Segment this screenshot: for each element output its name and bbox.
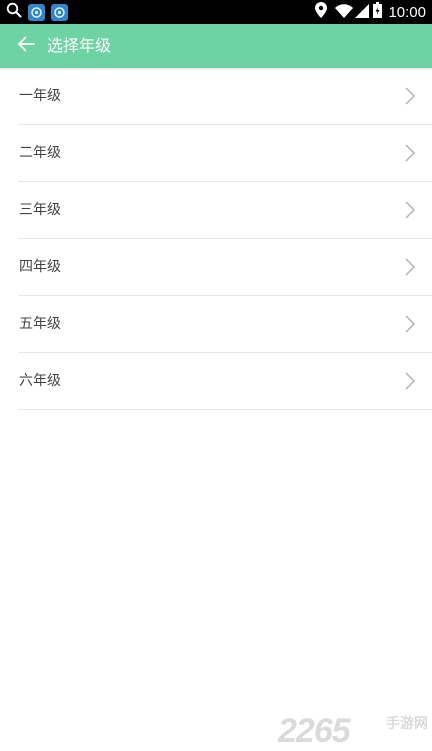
chevron-right-icon	[404, 315, 416, 333]
grade-item-label: 四年级	[19, 239, 61, 295]
signal-icon	[355, 3, 369, 22]
status-bar-left	[6, 2, 68, 22]
watermark: 2265 手游网	[278, 713, 428, 745]
watermark-text: 手游网	[386, 713, 428, 733]
search-icon	[6, 2, 22, 22]
grade-item-label: 三年级	[19, 182, 61, 238]
chevron-right-icon	[404, 258, 416, 276]
status-time: 10:00	[388, 4, 426, 21]
grade-item-label: 六年级	[19, 353, 61, 409]
arrow-left-icon	[16, 34, 36, 58]
page-title: 选择年级	[47, 24, 111, 68]
grade-item-5[interactable]: 五年级	[18, 296, 432, 353]
location-pin-icon	[315, 2, 327, 22]
status-bar-right: 10:00	[315, 0, 426, 24]
chevron-right-icon	[404, 372, 416, 390]
watermark-number: 2265	[278, 712, 350, 751]
grade-item-6[interactable]: 六年级	[18, 353, 432, 410]
grade-item-label: 二年级	[19, 125, 61, 181]
wifi-icon	[335, 3, 353, 22]
grade-item-1[interactable]: 一年级	[18, 68, 432, 125]
grade-item-2[interactable]: 二年级	[18, 125, 432, 182]
grade-item-3[interactable]: 三年级	[18, 182, 432, 239]
app-notification-icon	[51, 4, 68, 21]
grade-item-label: 一年级	[19, 68, 61, 124]
status-bar: 10:00	[0, 0, 432, 24]
chevron-right-icon	[404, 144, 416, 162]
battery-icon	[373, 2, 382, 22]
grade-item-label: 五年级	[19, 296, 61, 352]
app-notification-icon	[28, 4, 45, 21]
grade-item-4[interactable]: 四年级	[18, 239, 432, 296]
back-button[interactable]	[12, 32, 40, 60]
chevron-right-icon	[404, 201, 416, 219]
grade-list: 一年级 二年级 三年级 四年级 五年级 六年级	[18, 68, 432, 410]
chevron-right-icon	[404, 87, 416, 105]
app-bar: 选择年级	[0, 24, 432, 68]
